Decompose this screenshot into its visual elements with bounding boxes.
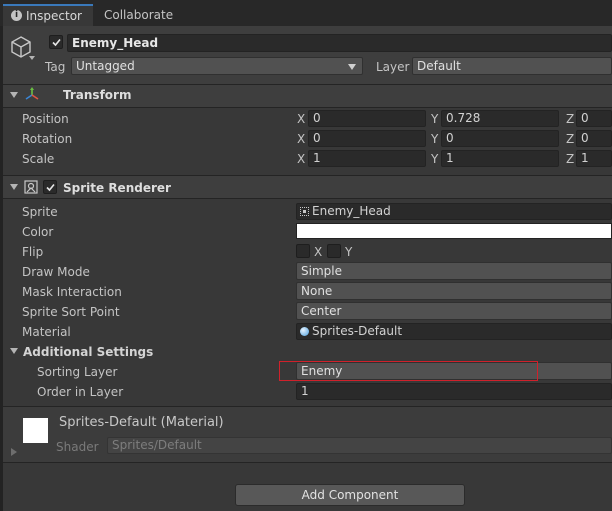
draw-mode-label[interactable]: Draw Mode [22, 265, 90, 279]
divider [3, 198, 612, 199]
scale-z-field[interactable]: 1 [576, 150, 612, 167]
add-component-button[interactable]: Add Component [235, 484, 465, 506]
additional-settings-foldout[interactable]: Additional Settings [23, 345, 153, 359]
flip-label[interactable]: Flip [22, 245, 43, 259]
flip-x-label: X [314, 245, 323, 259]
sprite-label[interactable]: Sprite [22, 205, 58, 219]
layer-label: Layer [376, 60, 410, 74]
scale-x-field[interactable]: 1 [308, 150, 426, 167]
scale-label[interactable]: Scale [22, 152, 54, 166]
tag-dropdown[interactable]: Untagged [71, 57, 363, 75]
foldout-arrow-icon[interactable] [10, 92, 18, 98]
position-y-axis[interactable]: Y [431, 112, 438, 126]
tag-label: Tag [45, 60, 66, 74]
material-value: Sprites-Default [312, 324, 403, 338]
position-y-field[interactable]: 0.728 [441, 110, 559, 127]
rotation-label[interactable]: Rotation [22, 132, 72, 146]
foldout-arrow-icon[interactable] [10, 348, 18, 354]
layer-dropdown[interactable]: Default [412, 57, 612, 75]
order-in-layer-field[interactable]: 1 [296, 383, 612, 400]
chevron-down-icon [348, 64, 356, 70]
rotation-y-axis[interactable]: Y [431, 132, 438, 146]
transform-title: Transform [63, 88, 132, 102]
material-field[interactable]: Sprites-Default [296, 323, 612, 340]
material-sphere-icon [300, 327, 309, 336]
sprite-sort-point-dropdown[interactable]: Center [296, 302, 612, 320]
shader-dropdown: Sprites/Default [107, 437, 612, 454]
scale-y-field[interactable]: 1 [441, 150, 559, 167]
sprite-sort-point-label[interactable]: Sprite Sort Point [22, 305, 120, 319]
mask-interaction-label[interactable]: Mask Interaction [22, 285, 122, 299]
transform-icon [24, 87, 40, 106]
sprite-renderer-icon [24, 180, 38, 197]
object-name-field[interactable]: Enemy_Head [67, 34, 612, 52]
scale-x-axis[interactable]: X [297, 152, 305, 166]
shader-label: Shader [56, 440, 99, 454]
position-label[interactable]: Position [22, 112, 69, 126]
rotation-z-field[interactable]: 0 [576, 130, 612, 147]
sprite-renderer-title: Sprite Renderer [63, 181, 171, 195]
scale-z-axis[interactable]: Z [566, 152, 574, 166]
sorting-layer-label[interactable]: Sorting Layer [37, 365, 117, 379]
scale-y-axis[interactable]: Y [431, 152, 438, 166]
icon-dropdown-arrow[interactable] [29, 56, 35, 60]
active-checkbox[interactable] [49, 35, 63, 49]
sprite-renderer-enabled-checkbox[interactable] [43, 180, 57, 194]
flip-x-checkbox[interactable] [296, 244, 310, 258]
rotation-z-axis[interactable]: Z [566, 132, 574, 146]
sprite-field[interactable]: Enemy_Head [296, 203, 612, 220]
divider [3, 107, 612, 108]
tab-inspector[interactable]: i Inspector [3, 4, 93, 26]
tab-inspector-label: Inspector [26, 9, 82, 23]
tag-value: Untagged [76, 59, 135, 73]
rotation-x-field[interactable]: 0 [308, 130, 426, 147]
color-swatch[interactable] [296, 223, 612, 239]
order-in-layer-label[interactable]: Order in Layer [37, 385, 123, 399]
color-label[interactable]: Color [22, 225, 53, 239]
sprite-value: Enemy_Head [312, 204, 391, 218]
mask-interaction-dropdown[interactable]: None [296, 282, 612, 300]
sprite-asset-icon [300, 207, 309, 216]
position-z-axis[interactable]: Z [566, 112, 574, 126]
info-icon: i [11, 10, 22, 21]
position-x-axis[interactable]: X [297, 112, 305, 126]
flip-y-checkbox[interactable] [327, 244, 341, 258]
divider [3, 462, 612, 463]
material-label[interactable]: Material [22, 325, 71, 339]
rotation-y-field[interactable]: 0 [441, 130, 559, 147]
position-x-field[interactable]: 0 [308, 110, 426, 127]
tab-collaborate[interactable]: Collaborate [104, 8, 173, 22]
highlight-box [279, 361, 538, 381]
draw-mode-dropdown[interactable]: Simple [296, 262, 612, 280]
material-title: Sprites-Default (Material) [59, 415, 224, 430]
position-z-field[interactable]: 0 [576, 110, 612, 127]
rotation-x-axis[interactable]: X [297, 132, 305, 146]
material-thumbnail [23, 418, 48, 443]
foldout-arrow-icon[interactable] [10, 184, 18, 190]
flip-y-label: Y [345, 245, 353, 259]
preview-foldout-arrow-icon[interactable] [11, 448, 17, 456]
